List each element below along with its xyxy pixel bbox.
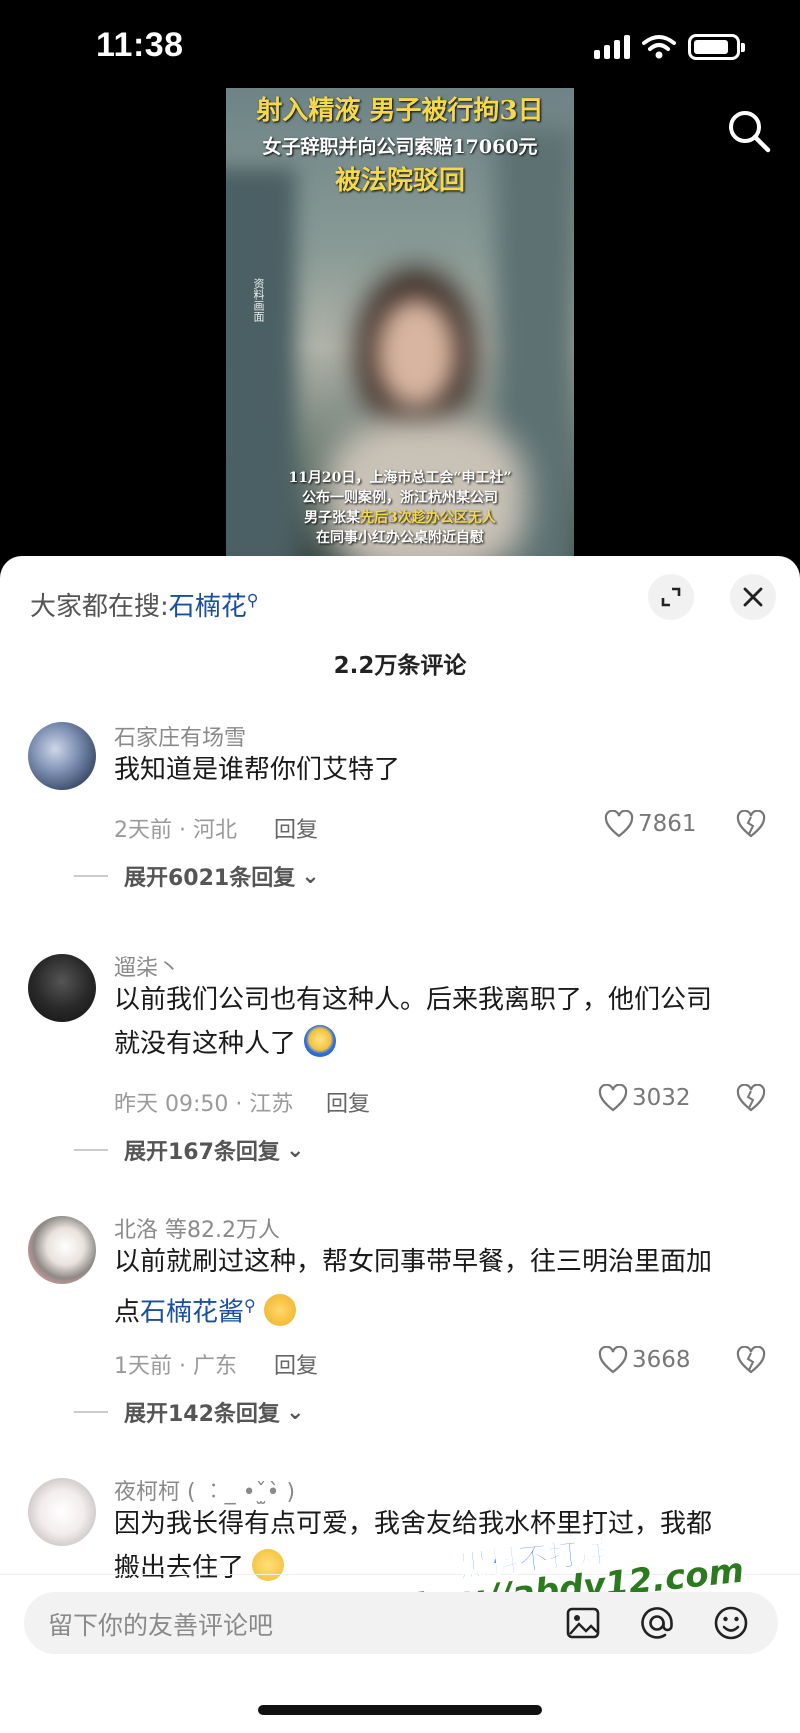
like-count: 3032 <box>632 1085 691 1111</box>
broken-heart-icon[interactable] <box>736 1346 766 1374</box>
battery-icon <box>688 34 745 60</box>
status-bar: 11:38 <box>0 0 800 90</box>
wifi-icon <box>642 35 676 59</box>
avatar[interactable] <box>28 722 96 790</box>
video-source-tag: 资料画面 <box>252 278 265 322</box>
like-button[interactable]: 3032 <box>598 1084 691 1112</box>
signal-icon <box>594 35 630 59</box>
expand-replies-button[interactable]: 展开167条回复 ⌄ <box>74 1134 304 1166</box>
comment-meta: 2天前 · 河北 <box>114 818 237 843</box>
like-count: 7861 <box>638 811 697 837</box>
video-player[interactable]: 射入精液 男子被行拘3日 女子辞职并向公司索赔17060元 被法院驳回 资料画面… <box>226 88 574 558</box>
heart-icon <box>604 810 634 838</box>
like-count: 3668 <box>632 1347 691 1373</box>
comment-text: 我知道是谁帮你们艾特了 <box>114 755 401 785</box>
reply-button[interactable]: 回复 <box>326 1086 370 1118</box>
expand-replies-button[interactable]: 展开142条回复 ⌄ <box>74 1396 304 1428</box>
emoji-picker-icon[interactable] <box>712 1604 750 1642</box>
status-icons <box>594 34 745 60</box>
close-icon <box>743 587 763 607</box>
emoji-icon <box>264 1293 297 1326</box>
emoji-icon <box>304 1025 337 1057</box>
expand-sheet-button[interactable] <box>648 574 694 620</box>
avatar[interactable] <box>28 1216 96 1284</box>
expand-icon <box>661 587 681 607</box>
comment-item: 遛柒丶 以前我们公司也有这种人。后来我离职了，他们公司 就没有这种人了 昨天 0… <box>0 940 800 1190</box>
home-indicator[interactable] <box>258 1705 542 1715</box>
mention-icon[interactable] <box>638 1604 676 1642</box>
comment-text: 以前就刷过这种，帮女同事带早餐，往三明治里面加 点石楠花酱⚲ <box>114 1247 713 1328</box>
video-headline-1: 射入精液 男子被行拘3日 <box>256 96 544 126</box>
chevron-down-icon: ⌄ <box>285 1399 305 1425</box>
status-time: 11:38 <box>96 26 184 64</box>
comment-text: 以前我们公司也有这种人。后来我离职了，他们公司 就没有这种人了 <box>114 985 713 1059</box>
comment-item: 石家庄有场雪 我知道是谁帮你们艾特了 2天前 · 河北 回复 7861 展开60… <box>0 720 800 960</box>
expand-replies-button[interactable]: 展开6021条回复 ⌄ <box>74 860 320 892</box>
comment-item: 北洛 等82.2万人 以前就刷过这种，帮女同事带早餐，往三明治里面加 点石楠花酱… <box>0 1202 800 1452</box>
search-small-icon: ⚲ <box>246 590 259 610</box>
avatar[interactable] <box>28 1478 96 1546</box>
search-icon[interactable] <box>726 108 772 154</box>
heart-icon <box>598 1346 628 1374</box>
like-button[interactable]: 3668 <box>598 1346 691 1374</box>
reply-button[interactable]: 回复 <box>274 1348 318 1380</box>
broken-heart-icon[interactable] <box>736 810 766 838</box>
close-sheet-button[interactable] <box>730 574 776 620</box>
like-button[interactable]: 7861 <box>604 810 697 838</box>
reply-button[interactable]: 回复 <box>274 812 318 844</box>
emoji-icon <box>252 1549 285 1581</box>
broken-heart-icon[interactable] <box>736 1084 766 1112</box>
comment-input[interactable]: 留下你的友善评论吧 <box>24 1592 778 1654</box>
heart-icon <box>598 1084 628 1112</box>
comment-meta: 1天前 · 广东 <box>114 1354 237 1379</box>
comment-input-placeholder: 留下你的友善评论吧 <box>48 1611 274 1640</box>
video-headline-3: 被法院驳回 <box>334 166 465 196</box>
chevron-down-icon: ⌄ <box>285 1137 305 1163</box>
avatar[interactable] <box>28 954 96 1022</box>
trending-search-prefix: 大家都在搜: <box>30 592 169 622</box>
comment-count: 2.2万条评论 <box>333 653 467 679</box>
comment-meta: 昨天 09:50 · 江苏 <box>114 1092 294 1117</box>
comment-keyword-link[interactable]: 石楠花酱 <box>140 1298 244 1328</box>
image-icon[interactable] <box>564 1604 602 1642</box>
video-headline-2: 女子辞职并向公司索赔17060元 <box>262 136 538 158</box>
search-small-icon: ⚲ <box>244 1296 256 1315</box>
trending-search-keyword[interactable]: 石楠花 <box>169 592 247 622</box>
video-caption: 11月20日，上海市总工会“申工社” 公布一则案例，浙江杭州某公司 男子张某先后… <box>288 470 512 546</box>
trending-search[interactable]: 大家都在搜:石楠花⚲ <box>30 586 259 623</box>
chevron-down-icon: ⌄ <box>301 863 320 889</box>
